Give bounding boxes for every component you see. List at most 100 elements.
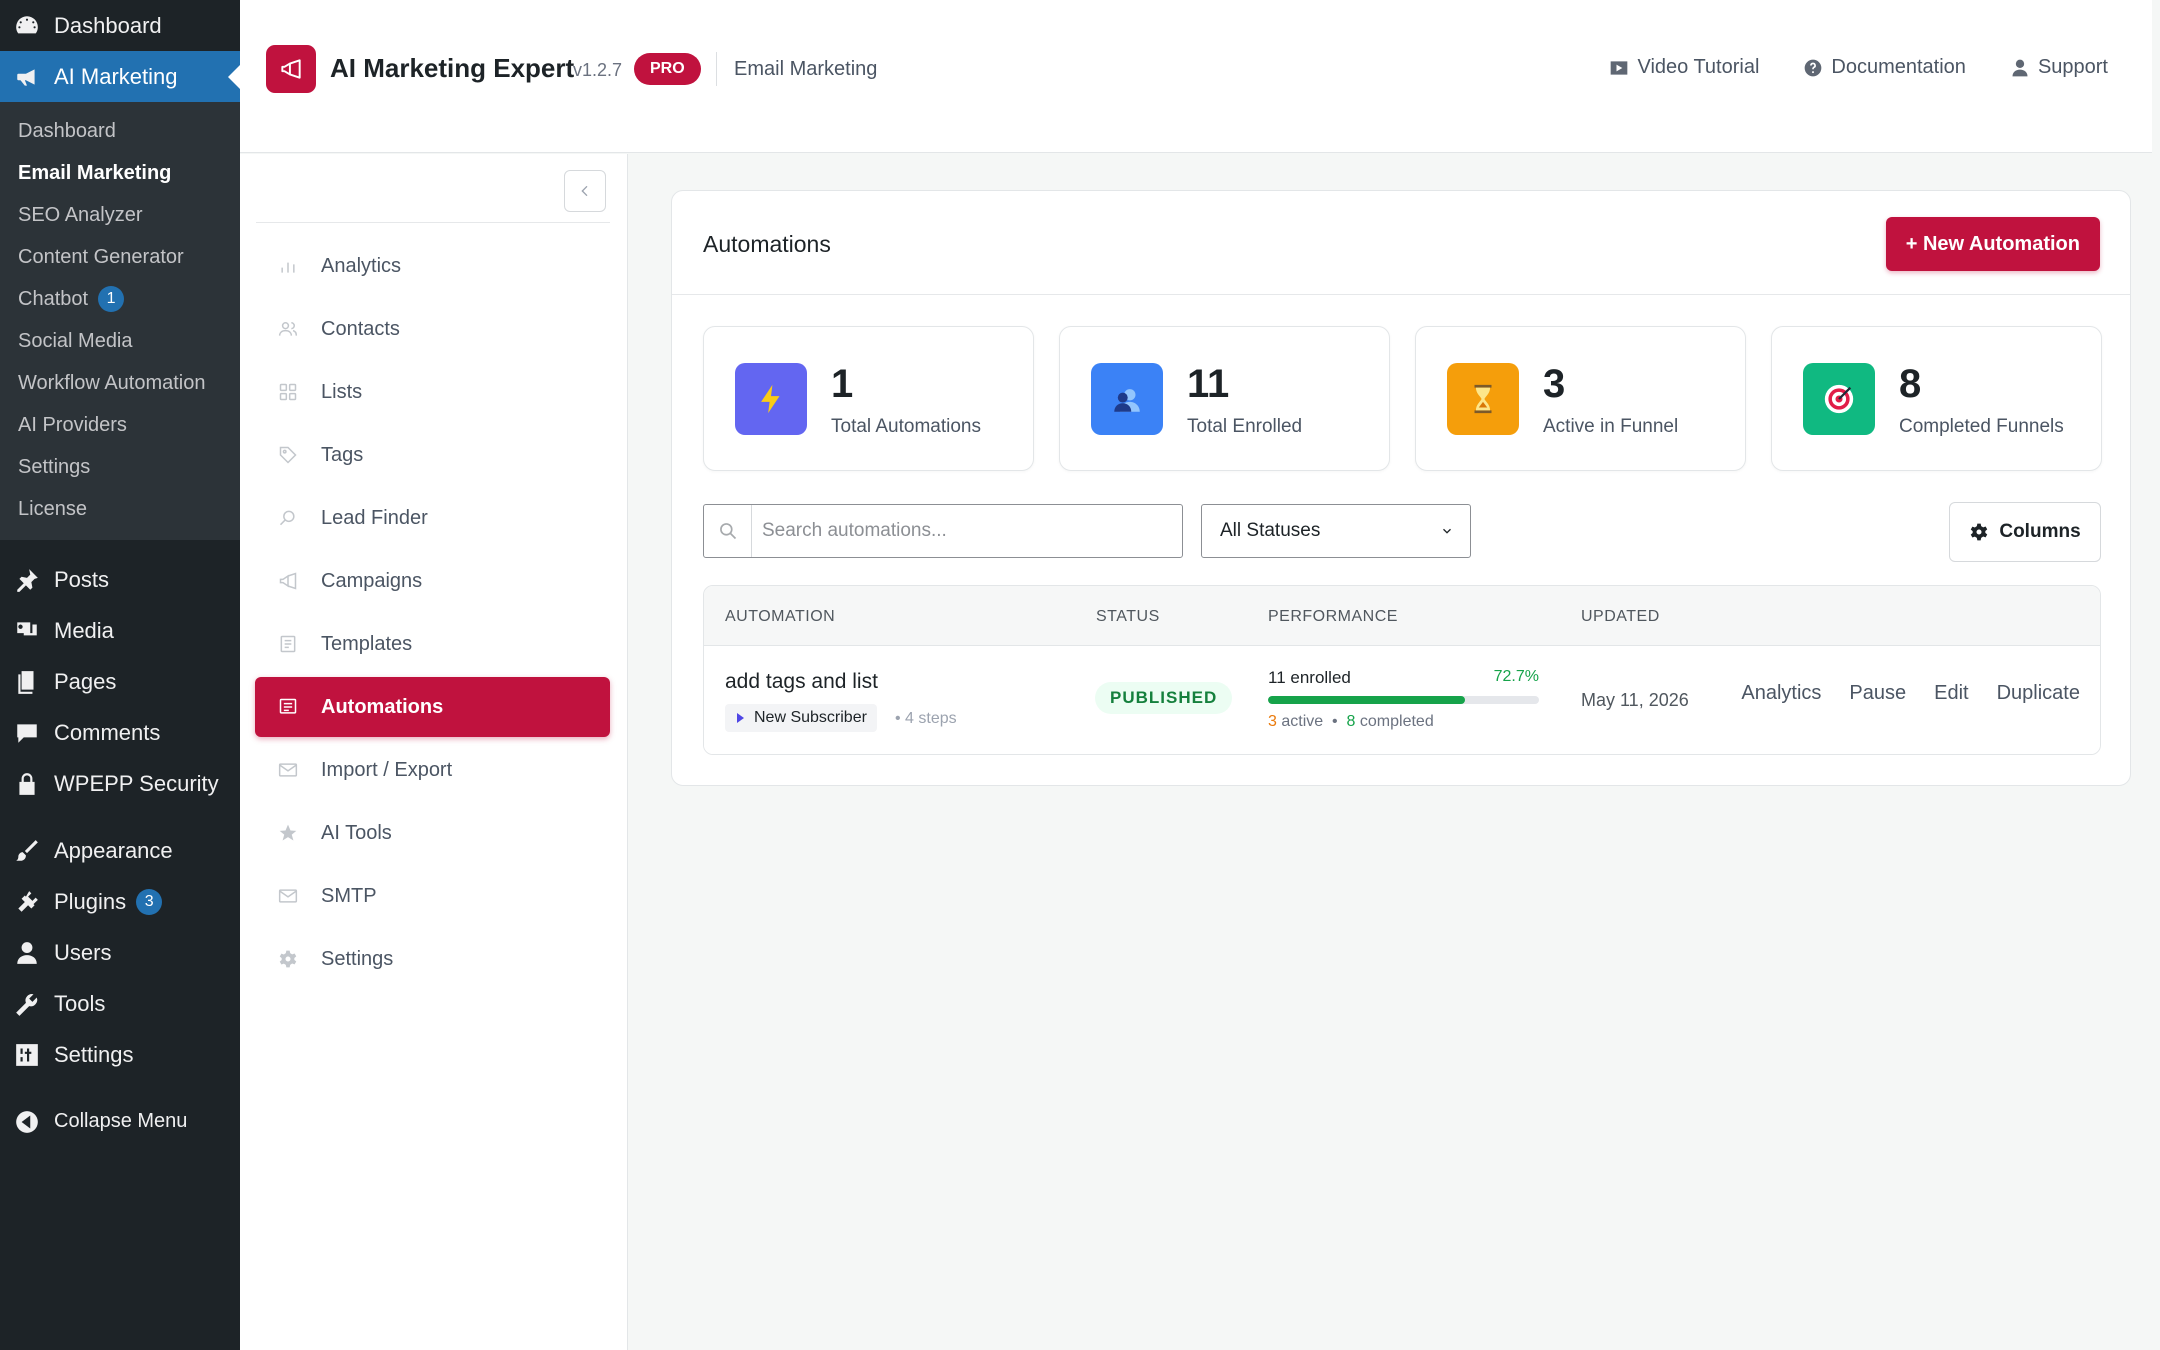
wp-menu-label: Posts [54, 566, 110, 592]
video-tutorial-link[interactable]: Video Tutorial [1609, 56, 1759, 79]
support-icon [2012, 59, 2028, 76]
submenu-content-generator[interactable]: Content Generator [0, 236, 240, 278]
nav-item-automations[interactable]: Automations [255, 677, 610, 737]
wp-menu-pages[interactable]: Pages [0, 656, 240, 707]
nav-label: Automations [321, 695, 444, 718]
stat-value: 3 [1543, 362, 1566, 406]
dashboard-icon [14, 13, 40, 39]
submenu-label: Chatbot [18, 288, 89, 310]
nav-item-lead-finder[interactable]: Lead Finder [255, 488, 610, 548]
nav-item-contacts[interactable]: Contacts [255, 299, 610, 359]
grid-icon [277, 381, 299, 403]
pages-icon [14, 669, 40, 695]
wp-menu-plugins[interactable]: Plugins 3 [0, 876, 240, 927]
chevron-left-icon [581, 185, 588, 197]
stat-value: 11 [1187, 362, 1230, 406]
media-icon [14, 618, 40, 644]
page-title: Automations [703, 231, 831, 257]
link-label: Video Tutorial [1637, 56, 1760, 78]
tag-icon [277, 444, 299, 466]
stat-value: 8 [1899, 362, 1922, 406]
pin-icon [14, 567, 40, 593]
pause-action[interactable]: Pause [1849, 682, 1906, 705]
column-header-updated[interactable]: UPDATED [1581, 608, 1660, 626]
plugin-header: AI Marketing Expert v1.2.7 PRO Email Mar… [240, 0, 2152, 153]
wp-menu-users[interactable]: Users [0, 927, 240, 978]
edit-action[interactable]: Edit [1934, 682, 1968, 705]
target-icon [1803, 363, 1875, 435]
nav-item-analytics[interactable]: Analytics [255, 236, 610, 296]
lightning-icon [735, 363, 807, 435]
submenu-label: Dashboard [18, 120, 116, 142]
submenu-dashboard[interactable]: Dashboard [0, 110, 240, 152]
submenu-ai-providers[interactable]: AI Providers [0, 404, 240, 446]
notification-badge: 1 [98, 286, 125, 312]
wp-menu-tools[interactable]: Tools [0, 978, 240, 1029]
nav-item-lists[interactable]: Lists [255, 362, 610, 422]
wp-menu-wpepp-security[interactable]: WPEPP Security [0, 758, 240, 809]
wp-menu-ai-marketing[interactable]: AI Marketing [0, 51, 240, 102]
documentation-link[interactable]: Documentation [1803, 56, 1966, 79]
star-icon [277, 822, 299, 844]
ai-marketing-submenu: Dashboard Email Marketing SEO Analyzer C… [0, 102, 240, 540]
contacts-icon [277, 318, 299, 340]
collapse-nav-button[interactable] [564, 170, 606, 212]
wp-menu-posts[interactable]: Posts [0, 554, 240, 605]
wp-menu-label: Pages [54, 668, 117, 694]
stat-active-in-funnel: 3 Active in Funnel [1415, 326, 1746, 471]
row-actions: Analytics Pause Edit Duplicate [1741, 682, 2080, 705]
nav-item-campaigns[interactable]: Campaigns [255, 551, 610, 611]
wrench-icon [14, 991, 40, 1017]
wp-menu-comments[interactable]: Comments [0, 707, 240, 758]
submenu-social-media[interactable]: Social Media [0, 320, 240, 362]
bar-chart-icon [277, 255, 299, 277]
wp-menu-label: WPEPP Security [54, 770, 219, 796]
stat-label: Completed Funnels [1899, 416, 2064, 437]
header-divider [716, 52, 717, 86]
columns-button[interactable]: Columns [1949, 502, 2101, 562]
settings-icon [14, 1042, 40, 1068]
submenu-workflow-automation[interactable]: Workflow Automation [0, 362, 240, 404]
megaphone-icon [14, 64, 40, 90]
update-count-badge: 3 [136, 888, 163, 915]
new-automation-button[interactable]: + New Automation [1885, 217, 2100, 271]
submenu-seo-analyzer[interactable]: SEO Analyzer [0, 194, 240, 236]
column-header-automation[interactable]: AUTOMATION [725, 608, 835, 626]
automation-name[interactable]: add tags and list [725, 670, 878, 694]
wp-menu-media[interactable]: Media [0, 605, 240, 656]
nav-label: Settings [321, 947, 394, 970]
search-input[interactable] [762, 517, 1162, 545]
nav-label: Templates [321, 632, 413, 655]
column-header-status[interactable]: STATUS [1096, 608, 1160, 626]
nav-label: Tags [321, 443, 364, 466]
status-badge: PUBLISHED [1095, 682, 1233, 714]
nav-item-tags[interactable]: Tags [255, 425, 610, 485]
submenu-license[interactable]: License [0, 488, 240, 530]
wp-menu-appearance[interactable]: Appearance [0, 825, 240, 876]
duplicate-action[interactable]: Duplicate [1997, 682, 2080, 705]
progress-bar-fill [1268, 696, 1466, 704]
submenu-chatbot[interactable]: Chatbot 1 [0, 278, 240, 320]
submenu-label: License [18, 498, 87, 520]
column-header-performance[interactable]: PERFORMANCE [1268, 608, 1398, 626]
nav-label: Contacts [321, 317, 400, 340]
nav-item-smtp[interactable]: SMTP [255, 866, 610, 926]
submenu-email-marketing[interactable]: Email Marketing [0, 152, 240, 194]
submenu-settings[interactable]: Settings [0, 446, 240, 488]
nav-label: Analytics [321, 254, 402, 277]
wp-menu-dashboard[interactable]: Dashboard [0, 0, 240, 51]
nav-item-ai-tools[interactable]: AI Tools [255, 803, 610, 863]
nav-item-settings[interactable]: Settings [255, 929, 610, 989]
nav-item-templates[interactable]: Templates [255, 614, 610, 674]
nav-item-import-export[interactable]: Import / Export [255, 740, 610, 800]
automations-table: AUTOMATION STATUS PERFORMANCE UPDATED ad… [703, 585, 2101, 755]
wp-menu-label: AI Marketing [54, 63, 178, 89]
status-filter-select[interactable]: All Statuses [1201, 504, 1471, 558]
card-header: Automations + New Automation [672, 191, 2130, 295]
table-toolbar: All Statuses Columns [703, 502, 2101, 562]
support-link[interactable]: Support [2010, 56, 2108, 79]
wp-menu-settings[interactable]: Settings [0, 1029, 240, 1080]
wp-collapse-menu[interactable]: Collapse Menu [0, 1096, 240, 1147]
table-header: AUTOMATION STATUS PERFORMANCE UPDATED [704, 586, 2100, 646]
analytics-action[interactable]: Analytics [1741, 682, 1821, 705]
